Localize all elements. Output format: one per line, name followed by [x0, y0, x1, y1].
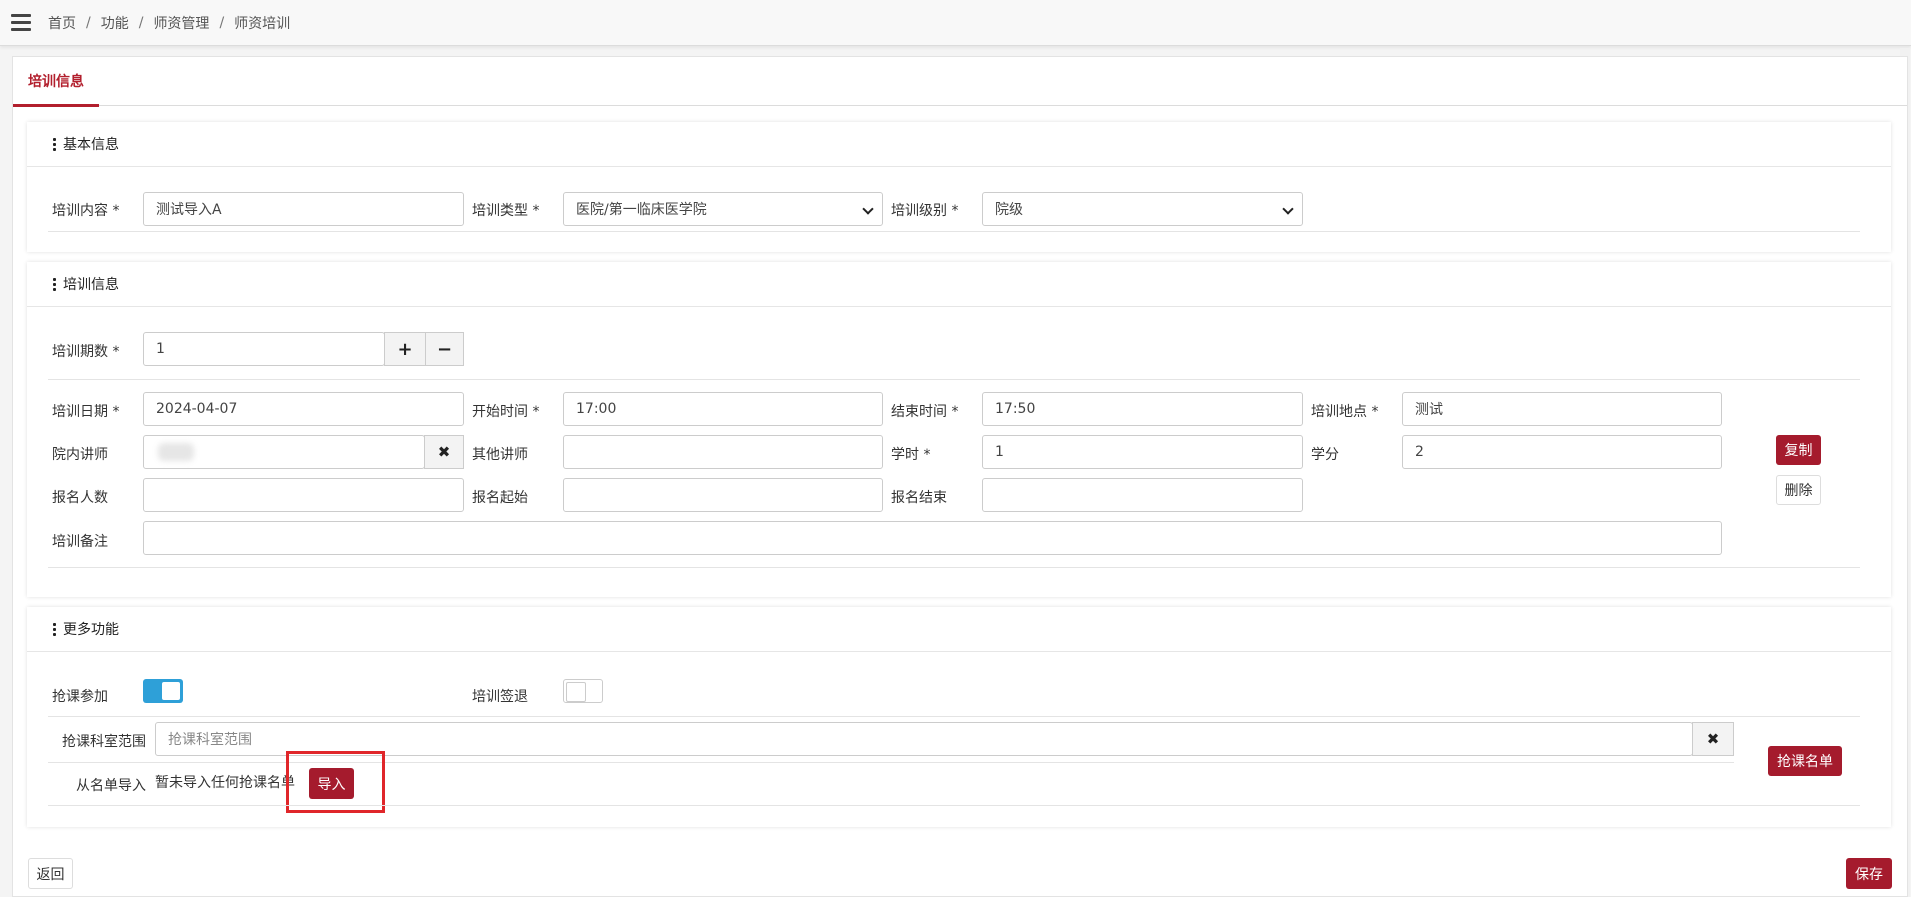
- sign-out-toggle[interactable]: [563, 679, 603, 703]
- tab-training-info[interactable]: 培训信息: [13, 57, 99, 107]
- breadcrumb-separator: /: [138, 15, 144, 31]
- periods-label: 培训期数 *: [52, 344, 120, 360]
- import-status-text: 暂未导入任何抢课名单: [155, 775, 295, 791]
- department-scope-label: 抢课科室范围: [62, 734, 146, 750]
- breadcrumb-separator: /: [86, 15, 91, 31]
- enroll-count-label: 报名人数: [52, 490, 108, 506]
- grab-list-button[interactable]: 抢课名单: [1768, 746, 1842, 776]
- location-label: 培训地点 *: [1311, 404, 1379, 420]
- inner-lecturer-input[interactable]: [143, 435, 425, 469]
- breadcrumb-separator: /: [219, 15, 225, 31]
- other-lecturer-label: 其他讲师: [472, 447, 528, 463]
- breadcrumb-faculty-management[interactable]: 师资管理: [153, 13, 209, 33]
- add-period-button[interactable]: +: [384, 332, 426, 366]
- hours-input[interactable]: 1: [982, 435, 1303, 469]
- type-select[interactable]: 医院/第一临床医学院: [563, 192, 883, 226]
- grab-course-label: 抢课参加: [52, 689, 108, 705]
- menu-icon[interactable]: [11, 14, 31, 31]
- breadcrumb-functions[interactable]: 功能: [101, 13, 129, 33]
- divider: [48, 379, 1860, 380]
- enroll-start-input[interactable]: [563, 478, 883, 512]
- remark-label: 培训备注: [52, 534, 108, 550]
- panel-title: 培训信息: [63, 277, 119, 293]
- delete-button[interactable]: 删除: [1776, 475, 1821, 505]
- start-time-label: 开始时间 *: [472, 404, 540, 420]
- panel-header: 基本信息: [27, 122, 1891, 167]
- tab-bar: 培训信息: [13, 57, 1907, 107]
- top-bar: 首页 / 功能 / 师资管理 / 师资培训: [0, 0, 1911, 46]
- remark-input[interactable]: [143, 521, 1722, 555]
- breadcrumb-current: 师资培训: [234, 16, 291, 32]
- import-from-list-label: 从名单导入: [76, 778, 146, 794]
- location-input[interactable]: 测试: [1402, 392, 1722, 426]
- start-time-input[interactable]: 17:00: [563, 392, 883, 426]
- remove-period-button[interactable]: −: [425, 332, 464, 366]
- periods-input[interactable]: 1: [143, 332, 385, 366]
- panel-title: 更多功能: [63, 622, 119, 638]
- vertical-dots-icon: [53, 622, 57, 637]
- content-label: 培训内容 *: [52, 203, 120, 219]
- date-input[interactable]: 2024-04-07: [143, 392, 464, 426]
- enroll-count-input[interactable]: [143, 478, 464, 512]
- vertical-dots-icon: [53, 277, 57, 292]
- type-label: 培训类型 *: [472, 203, 540, 219]
- enroll-end-input[interactable]: [982, 478, 1303, 512]
- divider: [48, 716, 1860, 717]
- panel-header: 培训信息: [27, 262, 1891, 307]
- credit-label: 学分: [1311, 447, 1339, 463]
- panel-title: 基本信息: [63, 137, 119, 153]
- date-label: 培训日期 *: [52, 404, 120, 420]
- hours-label: 学时 *: [891, 447, 931, 463]
- inner-lecturer-label: 院内讲师: [52, 447, 108, 463]
- clear-scope-button[interactable]: ✖: [1692, 722, 1734, 756]
- clear-lecturer-button[interactable]: ✖: [424, 435, 464, 469]
- other-lecturer-input[interactable]: [563, 435, 883, 469]
- end-time-input[interactable]: 17:50: [982, 392, 1303, 426]
- basic-info-panel: 基本信息: [27, 122, 1891, 252]
- grab-course-toggle[interactable]: [143, 679, 183, 703]
- level-select[interactable]: 院级: [982, 192, 1303, 226]
- import-button[interactable]: 导入: [309, 768, 354, 799]
- divider: [48, 567, 1860, 568]
- content-input[interactable]: 测试导入A: [143, 192, 464, 226]
- vertical-dots-icon: [53, 137, 57, 152]
- panel-header: 更多功能: [27, 607, 1891, 652]
- credit-input[interactable]: 2: [1402, 435, 1722, 469]
- back-button[interactable]: 返回: [28, 858, 73, 889]
- breadcrumb-home[interactable]: 首页: [48, 13, 76, 33]
- department-scope-input[interactable]: 抢课科室范围: [155, 722, 1693, 756]
- divider: [48, 231, 1860, 232]
- end-time-label: 结束时间 *: [891, 404, 959, 420]
- level-label: 培训级别 *: [891, 203, 959, 219]
- breadcrumb: 首页 / 功能 / 师资管理 / 师资培训: [48, 13, 290, 33]
- blurred-lecturer-name: [158, 443, 194, 461]
- enroll-end-label: 报名结束: [891, 490, 947, 506]
- enroll-start-label: 报名起始: [472, 490, 528, 506]
- sign-out-label: 培训签退: [472, 689, 528, 705]
- divider: [48, 805, 1860, 806]
- copy-button[interactable]: 复制: [1776, 435, 1821, 465]
- save-button[interactable]: 保存: [1846, 858, 1892, 889]
